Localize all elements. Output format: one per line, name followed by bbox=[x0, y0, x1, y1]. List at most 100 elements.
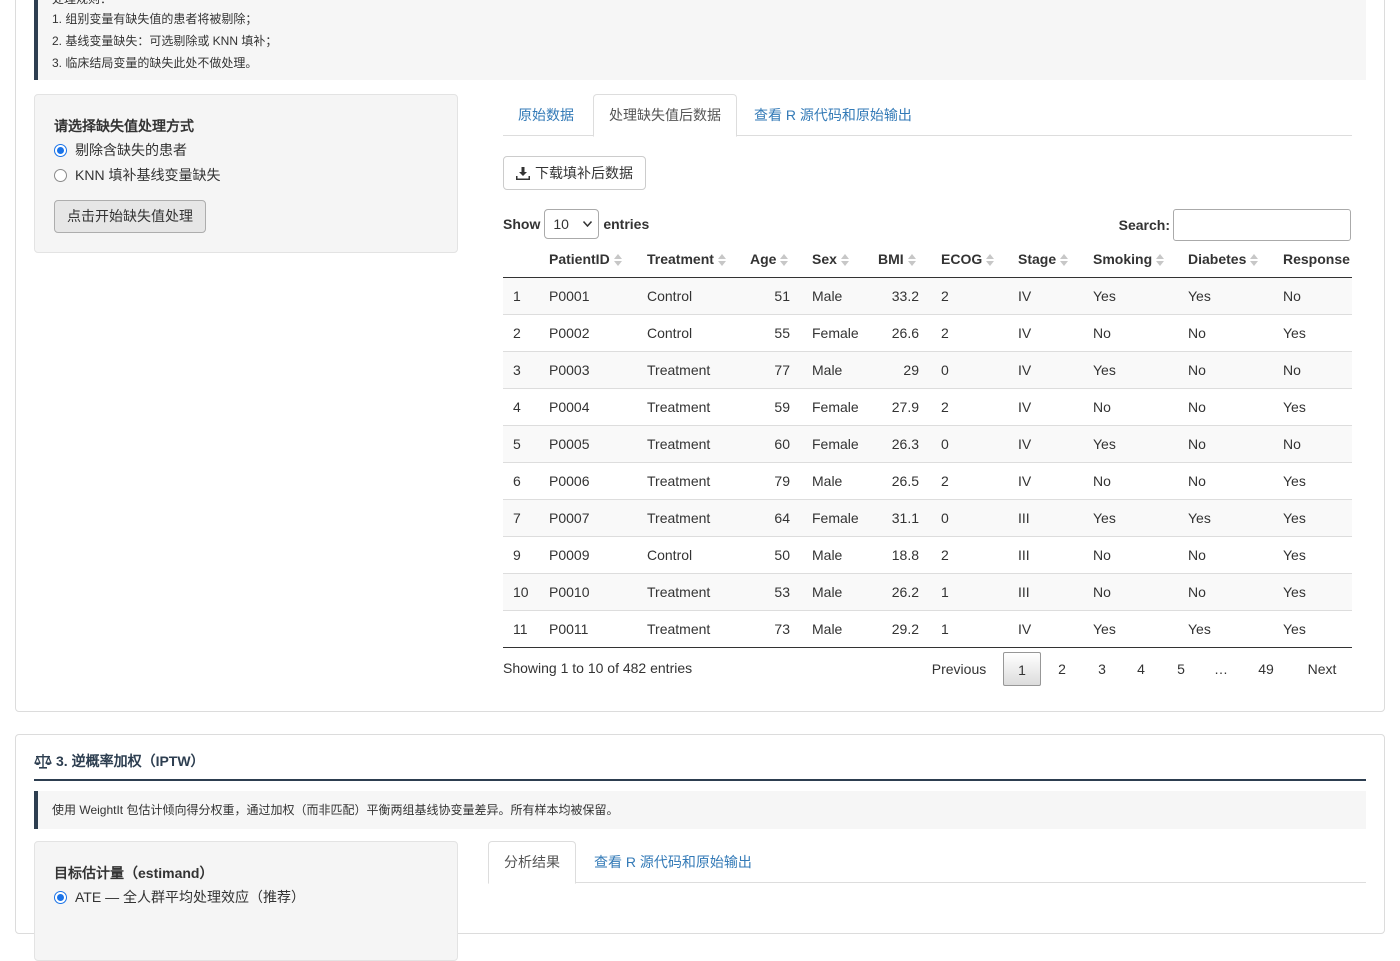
tab-raw-data[interactable]: 原始数据 bbox=[503, 94, 589, 136]
table-cell: Male bbox=[802, 572, 868, 610]
table-cell: P0005 bbox=[539, 424, 637, 462]
table-cell: No bbox=[1178, 387, 1273, 425]
pagination-page[interactable]: 2 bbox=[1043, 652, 1081, 686]
table-row: 4 P0004 Treatment 59 Female 27.9 2 IV No No Yes bbox=[503, 387, 1352, 425]
estimand-label: 目标估计量（estimand） bbox=[54, 865, 214, 881]
column-header-age[interactable]: Age bbox=[740, 242, 802, 278]
table-cell: 6 bbox=[503, 461, 539, 499]
rule-line: 3. 临床结局变量的缺失此处不做处理。 bbox=[52, 56, 258, 70]
table-cell: IV bbox=[1008, 424, 1083, 462]
column-header-smoking[interactable]: Smoking bbox=[1083, 242, 1178, 278]
table-cell: Treatment bbox=[637, 609, 740, 647]
table-cell: No bbox=[1178, 313, 1273, 351]
pagination-page[interactable]: 1 bbox=[1003, 652, 1041, 686]
table-cell: No bbox=[1083, 313, 1178, 351]
table-cell: Yes bbox=[1273, 461, 1352, 499]
sort-icon bbox=[780, 253, 789, 267]
table-row: 7 P0007 Treatment 64 Female 31.1 0 III Yes Yes Yes bbox=[503, 498, 1352, 536]
radio-knn-impute[interactable]: KNN 填补基线变量缺失 bbox=[54, 165, 220, 185]
column-header-stage[interactable]: Stage bbox=[1008, 242, 1083, 278]
table-cell: Treatment bbox=[637, 350, 740, 388]
table-cell: IV bbox=[1008, 461, 1083, 499]
table-cell: 1 bbox=[513, 287, 521, 304]
table-cell: 79 bbox=[740, 461, 802, 499]
table-cell: Yes bbox=[1178, 498, 1273, 536]
iptw-note: 使用 WeightIt 包估计倾向得分权重，通过加权（而非匹配）平衡两组基线协变… bbox=[34, 791, 1366, 829]
radio-button-checked[interactable] bbox=[54, 890, 67, 904]
table-cell: P0003 bbox=[539, 350, 637, 388]
column-header-diabetes[interactable]: Diabetes bbox=[1178, 242, 1273, 278]
column-header-patientid[interactable]: PatientID bbox=[539, 242, 637, 278]
radio-button[interactable] bbox=[54, 168, 67, 182]
column-header-bmi[interactable]: BMI bbox=[868, 242, 931, 278]
start-processing-button[interactable]: 点击开始缺失值处理 bbox=[54, 200, 206, 233]
table-cell: 27.9 bbox=[868, 387, 931, 425]
table-cell: 18.8 bbox=[868, 535, 931, 573]
header-label: Response bbox=[1283, 251, 1350, 268]
search-input[interactable] bbox=[1173, 209, 1351, 241]
tab-processed-data[interactable]: 处理缺失值后数据 bbox=[593, 94, 737, 137]
pagination-page[interactable]: 49 bbox=[1247, 652, 1285, 686]
page-length-select[interactable]: 10 bbox=[544, 209, 600, 239]
column-header-index bbox=[503, 242, 539, 278]
table-cell: 26.6 bbox=[868, 313, 931, 351]
table-cell: III bbox=[1008, 498, 1083, 536]
table-cell: Yes bbox=[1083, 498, 1178, 536]
table-cell: 4 bbox=[503, 387, 539, 425]
page-length-value: 10 bbox=[553, 216, 569, 232]
table-cell: Yes bbox=[1178, 609, 1273, 647]
pagination-previous[interactable]: Previous bbox=[920, 652, 998, 686]
table-cell: 2 bbox=[931, 313, 1008, 351]
table-cell: Treatment bbox=[637, 572, 740, 610]
pagination-page[interactable]: 5 bbox=[1162, 652, 1200, 686]
pagination-page[interactable]: 3 bbox=[1083, 652, 1121, 686]
table-cell: 29.2 bbox=[868, 609, 931, 647]
table-cell: 77 bbox=[740, 350, 802, 388]
table-header-row: PatientID Treatment Age Sex BMI ECOG Sta… bbox=[503, 242, 1352, 278]
column-header-sex[interactable]: Sex bbox=[802, 242, 868, 278]
chevron-down-icon bbox=[583, 221, 593, 227]
table-row: 9 P0009 Control 50 Male 18.8 2 III No No Yes bbox=[503, 535, 1352, 573]
header-label: Sex bbox=[812, 251, 837, 268]
tab-r-source[interactable]: 查看 R 源代码和原始输出 bbox=[579, 841, 767, 883]
iptw-tabs: 分析结果 查看 R 源代码和原始输出 bbox=[488, 841, 1366, 884]
table-row: 1 P0001 Control 51 Male 33.2 2 IV Yes Yes No bbox=[503, 277, 1352, 314]
table-cell: 2 bbox=[931, 535, 1008, 573]
section-title: 3. 逆概率加权（IPTW） bbox=[34, 751, 1366, 781]
table-cell: No bbox=[1083, 572, 1178, 610]
section-title-text: 3. 逆概率加权（IPTW） bbox=[56, 753, 205, 769]
table-cell: Yes bbox=[1083, 350, 1178, 388]
table-row: 3 P0003 Treatment 77 Male 29 0 IV Yes No No bbox=[503, 350, 1352, 388]
radio-ate[interactable]: ATE — 全人群平均处理效应（推荐） bbox=[54, 887, 305, 907]
radio-remove-missing[interactable]: 剔除含缺失的患者 bbox=[54, 140, 187, 160]
sort-icon bbox=[1156, 253, 1165, 267]
table-cell: Yes bbox=[1093, 287, 1116, 304]
table-cell: IV bbox=[1008, 313, 1083, 351]
radio-button-checked[interactable] bbox=[54, 143, 67, 157]
tab-r-source[interactable]: 查看 R 源代码和原始输出 bbox=[739, 94, 927, 136]
table-cell: No bbox=[1283, 287, 1301, 304]
table-cell: P0006 bbox=[539, 461, 637, 499]
sort-icon bbox=[840, 253, 849, 267]
pagination-page[interactable]: 4 bbox=[1122, 652, 1160, 686]
table-cell: 0 bbox=[931, 350, 1008, 388]
download-imputed-button[interactable]: 下载填补后数据 bbox=[503, 156, 646, 190]
table-cell: 60 bbox=[740, 424, 802, 462]
table-cell: 26.2 bbox=[868, 572, 931, 610]
column-header-response[interactable]: Response bbox=[1273, 242, 1352, 278]
table-cell: P0007 bbox=[539, 498, 637, 536]
radio-label: KNN 填补基线变量缺失 bbox=[75, 167, 221, 183]
column-header-ecog[interactable]: ECOG bbox=[931, 242, 1008, 278]
table-cell: 11 bbox=[503, 609, 539, 647]
table-cell: IV bbox=[1008, 609, 1083, 647]
table-cell: 26.5 bbox=[868, 461, 931, 499]
column-header-treatment[interactable]: Treatment bbox=[637, 242, 740, 278]
processing-rules-note: 处理规则： 1. 组别变量有缺失值的患者将被剔除； 2. 基线变量缺失：可选剔除… bbox=[34, 0, 1366, 80]
tab-analysis-results[interactable]: 分析结果 bbox=[488, 841, 576, 884]
table-cell: 29 bbox=[868, 350, 931, 388]
header-label: ECOG bbox=[941, 251, 983, 268]
method-label: 请选择缺失值处理方式 bbox=[54, 118, 194, 134]
table-cell: 64 bbox=[740, 498, 802, 536]
pagination-next[interactable]: Next bbox=[1292, 652, 1352, 686]
pagination-ellipsis: … bbox=[1214, 661, 1228, 677]
